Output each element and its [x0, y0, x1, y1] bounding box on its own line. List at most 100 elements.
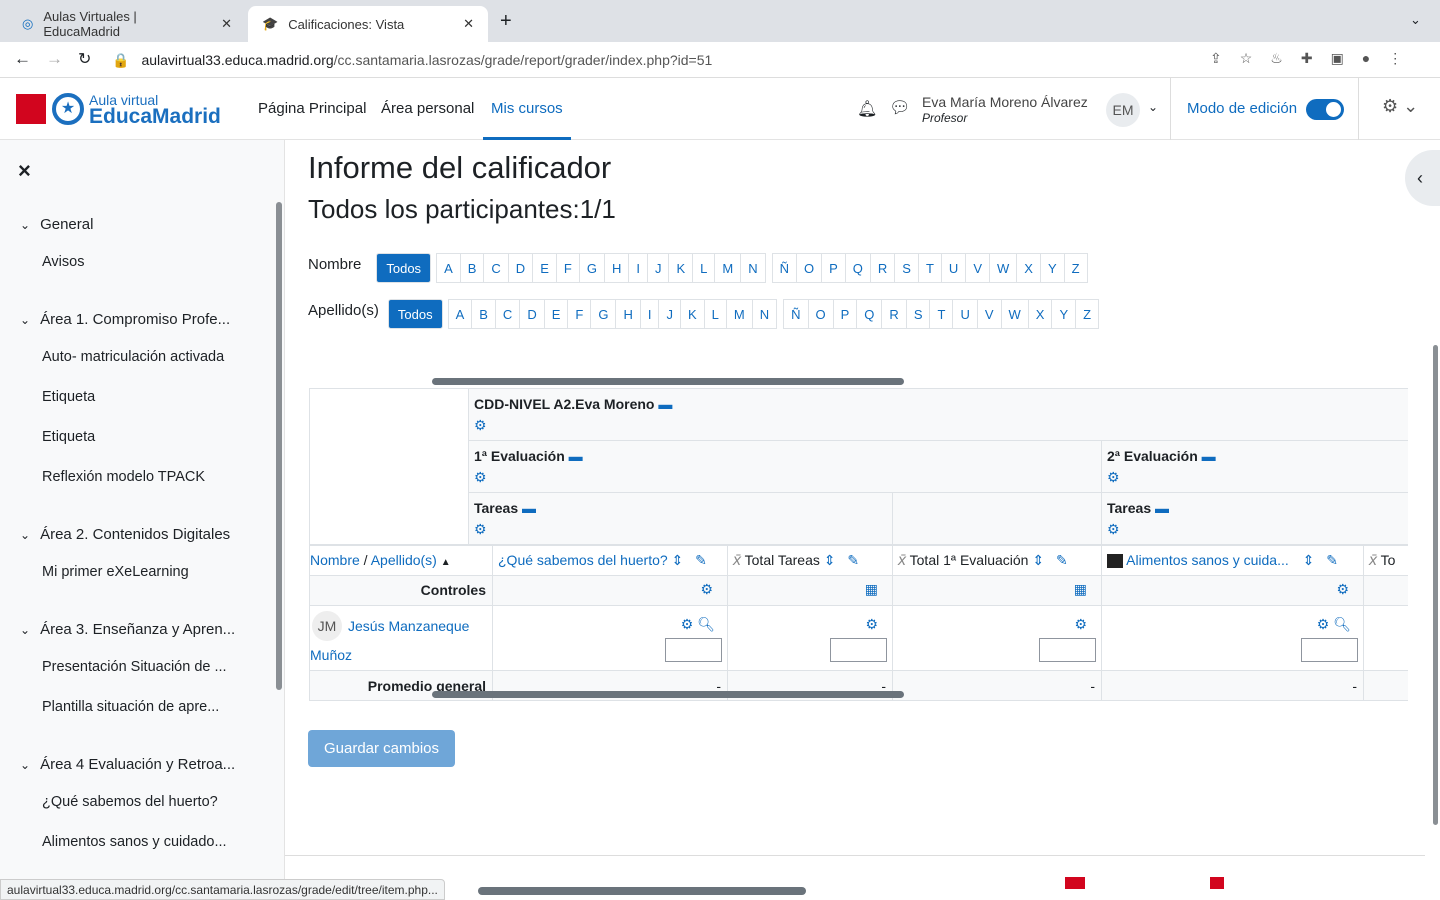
sidebar-item[interactable]: Alimentos sanos y cuidado... — [42, 834, 227, 850]
pencil-icon[interactable]: ✎ — [695, 552, 707, 568]
grade-input[interactable] — [1039, 638, 1096, 662]
filter-letter[interactable]: R — [881, 299, 907, 329]
calculator-icon[interactable]: ▦ — [865, 581, 878, 597]
filter-letter[interactable]: Z — [1075, 299, 1100, 329]
sort-icon[interactable]: ⇕ — [1032, 552, 1044, 568]
sidebar-item[interactable]: Reflexión modelo TPACK — [42, 469, 205, 485]
filter-letter[interactable]: K — [668, 253, 694, 283]
filter-letter[interactable]: N — [740, 253, 766, 283]
reload-icon[interactable]: ↻ — [78, 49, 91, 69]
sidebar-item[interactable]: Etiqueta — [42, 389, 95, 405]
gear-icon[interactable]: ⚙ — [1107, 469, 1120, 486]
browser-extension-icons[interactable]: ⇪☆♨✚▣●⋮ — [1210, 50, 1420, 67]
forward-icon[interactable]: → — [46, 49, 63, 69]
gear-icon[interactable]: ⚙ — [700, 581, 713, 597]
open-drawer-button[interactable]: ‹ — [1405, 150, 1440, 206]
gear-icon[interactable]: ⚙ — [474, 469, 487, 486]
filter-letter[interactable]: O — [807, 299, 834, 329]
chevron-down-icon[interactable]: ⌄ — [20, 218, 30, 232]
sidebar-item[interactable]: Presentación Situación de ... — [42, 659, 227, 675]
filter-letter[interactable]: L — [703, 299, 727, 329]
filter-letter[interactable]: P — [821, 253, 846, 283]
chevron-down-icon[interactable]: ⌄ — [1410, 12, 1421, 28]
filter-all-button[interactable]: Todos — [376, 253, 432, 283]
table-scrollbar-bottom[interactable] — [432, 691, 904, 698]
sort-icon[interactable]: ⇕ — [672, 552, 684, 568]
filter-letter[interactable]: I — [639, 299, 660, 329]
sidebar-section[interactable]: ⌄ Área 4 Evaluación y Retroa... — [20, 756, 235, 773]
filter-letter[interactable]: T — [917, 253, 942, 283]
sidebar-scrollbar[interactable] — [276, 202, 282, 690]
gear-icon[interactable]: ⚙ — [474, 417, 487, 434]
filter-letter[interactable]: G — [590, 299, 617, 329]
user-name[interactable]: Eva María Moreno Álvarez — [922, 94, 1088, 110]
filter-letter[interactable]: E — [532, 253, 557, 283]
gear-icon[interactable]: ⚙ — [1074, 616, 1087, 633]
close-sidebar-button[interactable]: × — [18, 158, 31, 184]
gear-zoom-icons[interactable]: ⚙ 🔍︎ — [681, 616, 715, 633]
filter-letter[interactable]: C — [483, 253, 509, 283]
filter-letter[interactable]: M — [714, 253, 742, 283]
filter-letter[interactable]: H — [603, 253, 630, 283]
avatar[interactable]: EM — [1106, 93, 1140, 127]
close-tab-icon[interactable]: ✕ — [463, 16, 474, 32]
sidebar-item[interactable]: Avisos — [42, 254, 84, 270]
filter-letter[interactable]: Y — [1039, 253, 1065, 283]
sidebar-section[interactable]: ⌄ Área 2. Contenidos Digitales — [20, 526, 230, 543]
close-tab-icon[interactable]: ✕ — [221, 16, 232, 32]
filter-letter[interactable]: U — [952, 299, 978, 329]
new-tab-icon[interactable]: + — [500, 10, 512, 33]
filter-letter[interactable]: Ñ — [771, 253, 797, 283]
filter-letter[interactable]: Q — [856, 299, 883, 329]
filter-letter[interactable]: B — [459, 253, 485, 283]
sidebar-item[interactable]: Auto- matriculación activada — [42, 349, 224, 365]
filter-letter[interactable]: M — [725, 299, 753, 329]
page-horizontal-scrollbar[interactable] — [478, 887, 806, 895]
filter-letter[interactable]: R — [869, 253, 896, 283]
bell-icon[interactable]: 🔔︎ — [857, 99, 877, 119]
sort-last-name-link[interactable]: Apellido(s) — [371, 552, 437, 568]
filter-letter[interactable]: Z — [1063, 253, 1088, 283]
table-scrollbar-top[interactable] — [432, 378, 904, 385]
filter-letter[interactable]: A — [447, 299, 473, 329]
chat-icon[interactable]: 💬︎ — [889, 98, 911, 118]
grade-input[interactable] — [1301, 638, 1358, 662]
gear-icon[interactable]: ⚙ — [865, 616, 878, 633]
edit-mode-toggle[interactable] — [1306, 99, 1344, 120]
filter-all-button[interactable]: Todos — [387, 299, 443, 329]
page-scrollbar[interactable] — [1433, 345, 1438, 825]
sort-first-name-link[interactable]: Nombre — [310, 552, 360, 568]
chevron-down-icon[interactable]: ⌄ — [20, 528, 30, 542]
student-name-link[interactable]: Jesús Manzaneque — [348, 618, 469, 634]
url-field[interactable]: 🔒 aulavirtual33.educa.madrid.org/cc.santa… — [112, 46, 1272, 74]
filter-letter[interactable]: I — [628, 253, 648, 283]
pencil-icon[interactable]: ✎ — [847, 552, 859, 568]
sort-icon[interactable]: ⇕ — [824, 552, 836, 568]
chevron-down-icon[interactable]: ⌄ — [20, 313, 30, 327]
sidebar-section[interactable]: ⌄ Área 3. Enseñanza y Apren... — [20, 621, 235, 638]
sidebar-item[interactable]: Mi primer eXeLearning — [42, 564, 189, 580]
filter-letter[interactable]: L — [692, 253, 716, 283]
filter-letter[interactable]: W — [1000, 299, 1029, 329]
save-changes-button[interactable]: Guardar cambios — [308, 730, 455, 767]
filter-letter[interactable]: F — [555, 253, 580, 283]
gear-menu-icon[interactable]: ⚙ ⌄ — [1382, 96, 1418, 117]
chevron-down-icon[interactable]: ⌄ — [20, 623, 30, 637]
calculator-icon[interactable]: ▦ — [1074, 581, 1087, 597]
filter-letter[interactable]: N — [751, 299, 778, 329]
filter-letter[interactable]: P — [832, 299, 858, 329]
sidebar-item[interactable]: ¿Qué sabemos del huerto? — [42, 794, 218, 810]
filter-letter[interactable]: J — [646, 253, 670, 283]
filter-letter[interactable]: F — [567, 299, 592, 329]
filter-letter[interactable]: W — [988, 253, 1018, 283]
filter-letter[interactable]: H — [615, 299, 641, 329]
browser-tab[interactable]: ◎ Aulas Virtuales | EducaMadrid ✕ — [8, 6, 246, 42]
filter-letter[interactable]: Ñ — [783, 299, 809, 329]
sidebar-item[interactable]: Plantilla situación de apre... — [42, 699, 219, 715]
pencil-icon[interactable]: ✎ — [1056, 552, 1068, 568]
column-link[interactable]: Alimentos sanos y cuida... — [1126, 552, 1289, 568]
collapse-icon[interactable]: ▬ — [1155, 500, 1169, 516]
student-name-link[interactable]: Muñoz — [310, 647, 352, 663]
gear-icon[interactable]: ⚙ — [474, 521, 487, 538]
gear-icon[interactable]: ⚙ — [1336, 581, 1349, 597]
